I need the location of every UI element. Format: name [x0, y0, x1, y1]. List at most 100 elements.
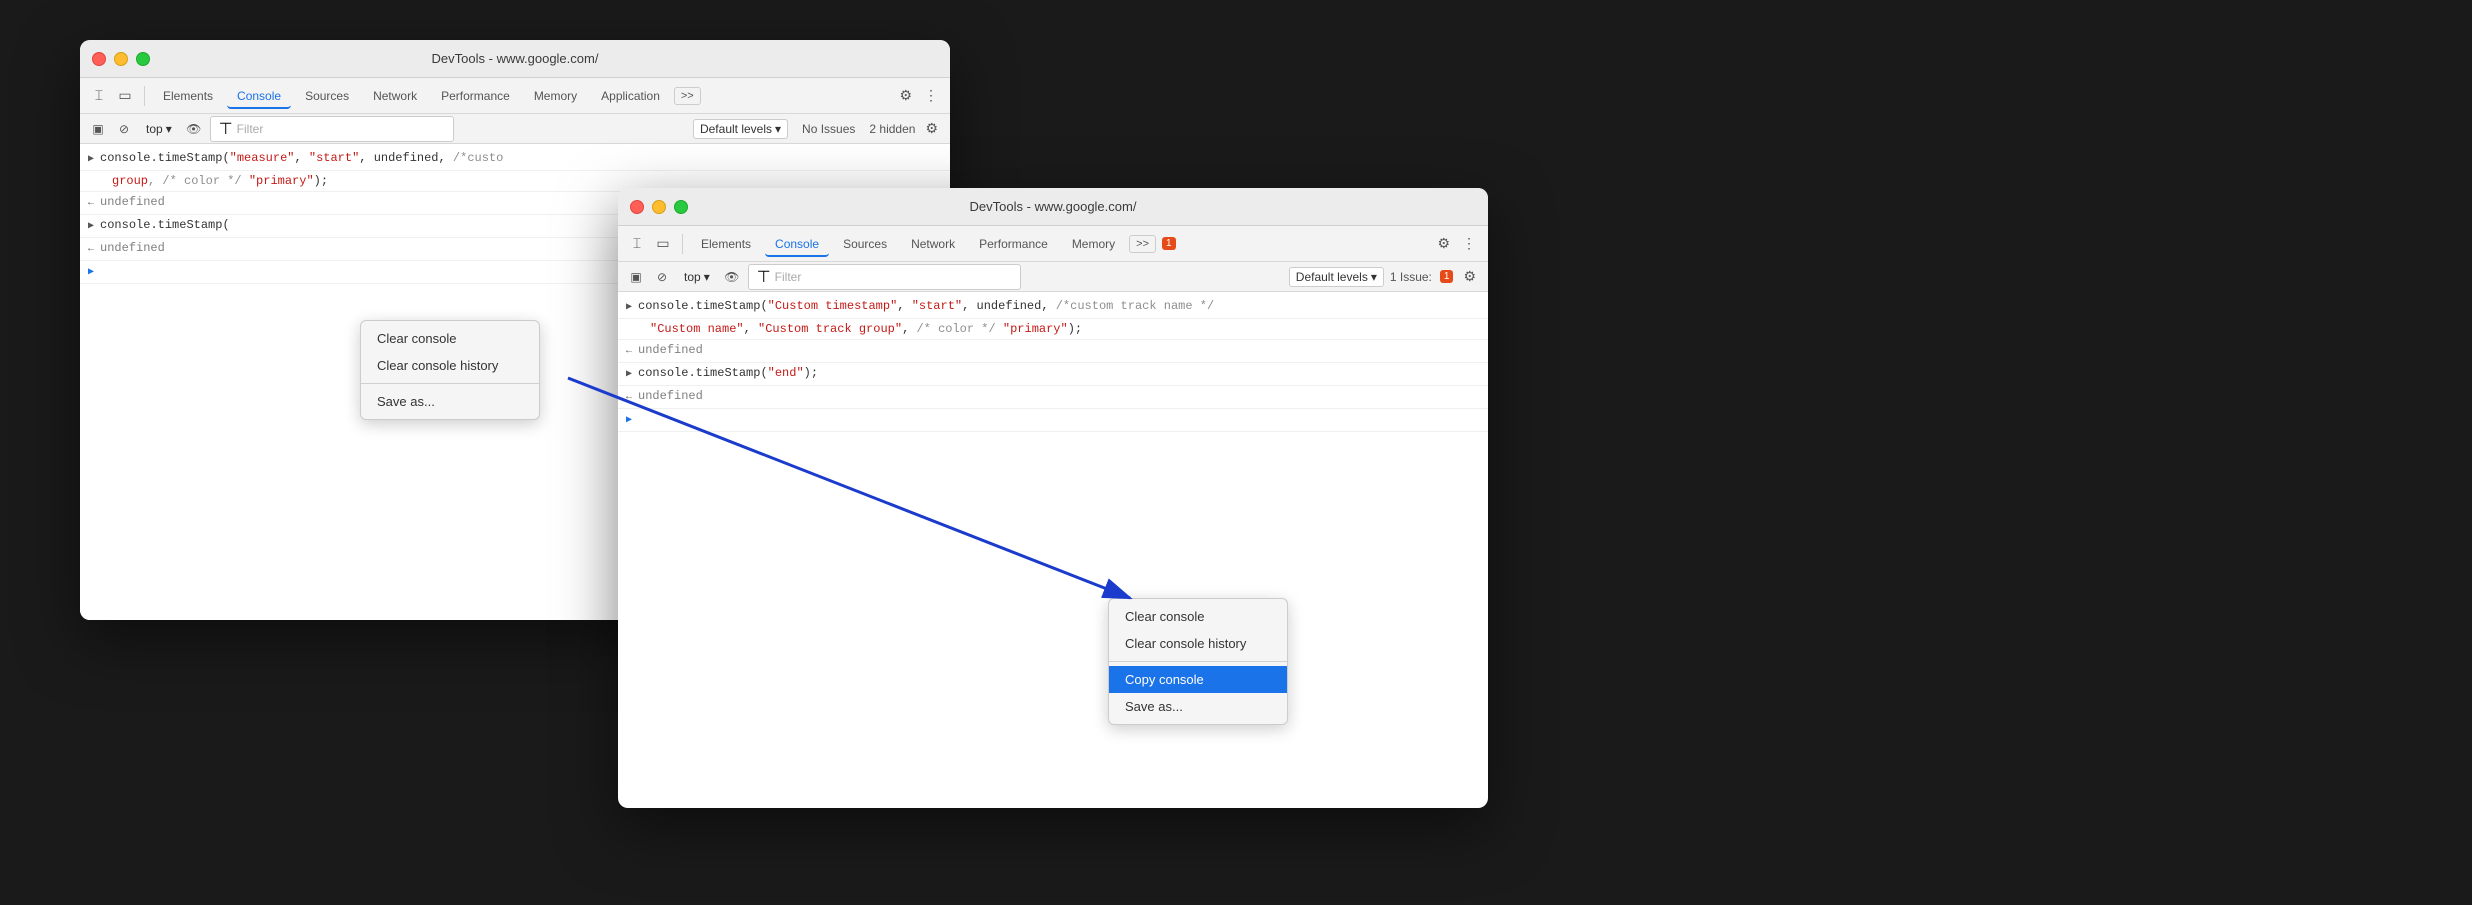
context-dropdown-2[interactable]: top ▾ — [678, 268, 716, 286]
filter-icon-2: ⊤ — [757, 267, 771, 287]
code-1: console.timeStamp("measure", "start", un… — [100, 150, 503, 166]
default-levels-chevron-2: ▾ — [1371, 270, 1377, 284]
menu-save-as-2[interactable]: Save as... — [1109, 693, 1287, 720]
console-line-w2-1b: "Custom name", "Custom track group", /* … — [618, 319, 1488, 340]
close-button-2[interactable] — [630, 200, 644, 214]
more-options-icon-1[interactable]: ⋮ — [920, 85, 942, 107]
tab-memory-1[interactable]: Memory — [524, 85, 587, 107]
no-issues-label-1: No Issues — [794, 120, 863, 138]
filter-label-2: Filter — [775, 270, 802, 284]
traffic-lights-1 — [92, 52, 150, 66]
mobile-icon-2[interactable]: ▭ — [652, 233, 674, 255]
close-button-1[interactable] — [92, 52, 106, 66]
code-1b: group, /* color */ "primary"); — [112, 173, 328, 189]
tab-network-1[interactable]: Network — [363, 85, 427, 107]
eye-icon-1[interactable]: 👁 — [184, 119, 204, 139]
context-chevron-1: ▾ — [166, 122, 172, 136]
minimize-button-2[interactable] — [652, 200, 666, 214]
undefined-1: undefined — [100, 194, 165, 210]
window-title-2: DevTools - www.google.com/ — [970, 199, 1137, 214]
console-line-w2-2: ← undefined — [618, 340, 1488, 363]
undefined-w2-2: undefined — [638, 388, 703, 404]
code-w2-2: console.timeStamp("end"); — [638, 365, 818, 381]
menu-clear-history-2[interactable]: Clear console history — [1109, 630, 1287, 657]
more-tabs-2[interactable]: >> — [1129, 235, 1156, 253]
maximize-button-1[interactable] — [136, 52, 150, 66]
menu-clear-history-1[interactable]: Clear console history — [361, 352, 539, 379]
default-levels-1[interactable]: Default levels ▾ — [693, 119, 788, 139]
window-title-1: DevTools - www.google.com/ — [432, 51, 599, 66]
arrow-right-w2-1: ▶ — [626, 300, 632, 316]
titlebar-1: DevTools - www.google.com/ — [80, 40, 950, 78]
context-chevron-2: ▾ — [704, 270, 710, 284]
clear-icon-1[interactable]: ⊘ — [114, 119, 134, 139]
sep-1 — [144, 86, 145, 106]
undefined-2: undefined — [100, 240, 165, 256]
console-line-prompt-2: ▶ — [618, 409, 1488, 432]
console-content-2: ▶ console.timeStamp("Custom timestamp", … — [618, 292, 1488, 772]
tab-console-2[interactable]: Console — [765, 233, 829, 257]
tab-network-2[interactable]: Network — [901, 233, 965, 255]
filter-label-1: Filter — [237, 122, 264, 136]
window-2: DevTools - www.google.com/ ⌶ ▭ Elements … — [618, 188, 1488, 808]
menu-copy-console-2[interactable]: Copy console — [1109, 666, 1287, 693]
sep-2 — [682, 234, 683, 254]
tab-console-1[interactable]: Console — [227, 85, 291, 109]
cursor-icon-1[interactable]: ⌶ — [88, 85, 110, 107]
prompt-arrow-1: ▶ — [88, 265, 94, 281]
filter-icon-1: ⊤ — [219, 119, 233, 139]
more-tabs-1[interactable]: >> — [674, 87, 701, 105]
tab-memory-2[interactable]: Memory — [1062, 233, 1125, 255]
default-levels-label-2: Default levels — [1296, 270, 1368, 284]
issue-count-label: 1 Issue: — [1390, 270, 1432, 284]
arrow-left-2: ← — [88, 242, 94, 258]
minimize-button-1[interactable] — [114, 52, 128, 66]
menu-clear-console-2[interactable]: Clear console — [1109, 603, 1287, 630]
more-options-icon-2[interactable]: ⋮ — [1458, 233, 1480, 255]
console-settings-icon-2[interactable]: ⚙ — [1459, 266, 1480, 287]
settings-icon-2[interactable]: ⚙ — [1433, 233, 1454, 254]
titlebar-2: DevTools - www.google.com/ — [618, 188, 1488, 226]
context-menu-2: Clear console Clear console history Copy… — [1108, 598, 1288, 725]
arrow-right-2: ▶ — [88, 219, 94, 235]
eye-icon-2[interactable]: 👁 — [722, 267, 742, 287]
tab-performance-2[interactable]: Performance — [969, 233, 1058, 255]
menu-clear-console-1[interactable]: Clear console — [361, 325, 539, 352]
arrow-right-1: ▶ — [88, 152, 94, 168]
arrow-left-w2-2: ← — [626, 390, 632, 406]
clear-icon-2[interactable]: ⊘ — [652, 267, 672, 287]
default-levels-label-1: Default levels — [700, 122, 772, 136]
console-line-w2-1: ▶ console.timeStamp("Custom timestamp", … — [618, 296, 1488, 319]
code-w2-1b: "Custom name", "Custom track group", /* … — [650, 321, 1082, 337]
arrow-right-w2-2: ▶ — [626, 367, 632, 383]
sidebar-icon-2[interactable]: ▣ — [626, 267, 646, 287]
default-levels-chevron-1: ▾ — [775, 122, 781, 136]
console-toolbar-2: ▣ ⊘ top ▾ 👁 ⊤ Filter Default levels ▾ 1 … — [618, 262, 1488, 292]
console-line-1: ▶ console.timeStamp("measure", "start", … — [80, 148, 950, 171]
menu-sep-1 — [361, 383, 539, 384]
context-label-1: top — [146, 122, 163, 136]
menu-save-as-1[interactable]: Save as... — [361, 388, 539, 415]
console-line-w2-4: ← undefined — [618, 386, 1488, 409]
console-settings-icon-1[interactable]: ⚙ — [921, 118, 942, 139]
prompt-arrow-2: ▶ — [626, 413, 632, 429]
cursor-icon-2[interactable]: ⌶ — [626, 233, 648, 255]
hidden-count-1: 2 hidden — [869, 122, 915, 136]
default-levels-2[interactable]: Default levels ▾ — [1289, 267, 1384, 287]
tab-elements-1[interactable]: Elements — [153, 85, 223, 107]
devtools-tabs-1: ⌶ ▭ Elements Console Sources Network Per… — [80, 78, 950, 114]
tab-sources-2[interactable]: Sources — [833, 233, 897, 255]
mobile-icon-1[interactable]: ▭ — [114, 85, 136, 107]
tab-sources-1[interactable]: Sources — [295, 85, 359, 107]
filter-box-1: ⊤ Filter — [210, 116, 455, 142]
sidebar-icon-1[interactable]: ▣ — [88, 119, 108, 139]
tab-elements-2[interactable]: Elements — [691, 233, 761, 255]
menu-sep-2 — [1109, 661, 1287, 662]
console-toolbar-1: ▣ ⊘ top ▾ 👁 ⊤ Filter Default levels ▾ No… — [80, 114, 950, 144]
traffic-lights-2 — [630, 200, 688, 214]
maximize-button-2[interactable] — [674, 200, 688, 214]
tab-performance-1[interactable]: Performance — [431, 85, 520, 107]
settings-icon-1[interactable]: ⚙ — [895, 85, 916, 106]
context-dropdown-1[interactable]: top ▾ — [140, 120, 178, 138]
tab-application-1[interactable]: Application — [591, 85, 670, 107]
